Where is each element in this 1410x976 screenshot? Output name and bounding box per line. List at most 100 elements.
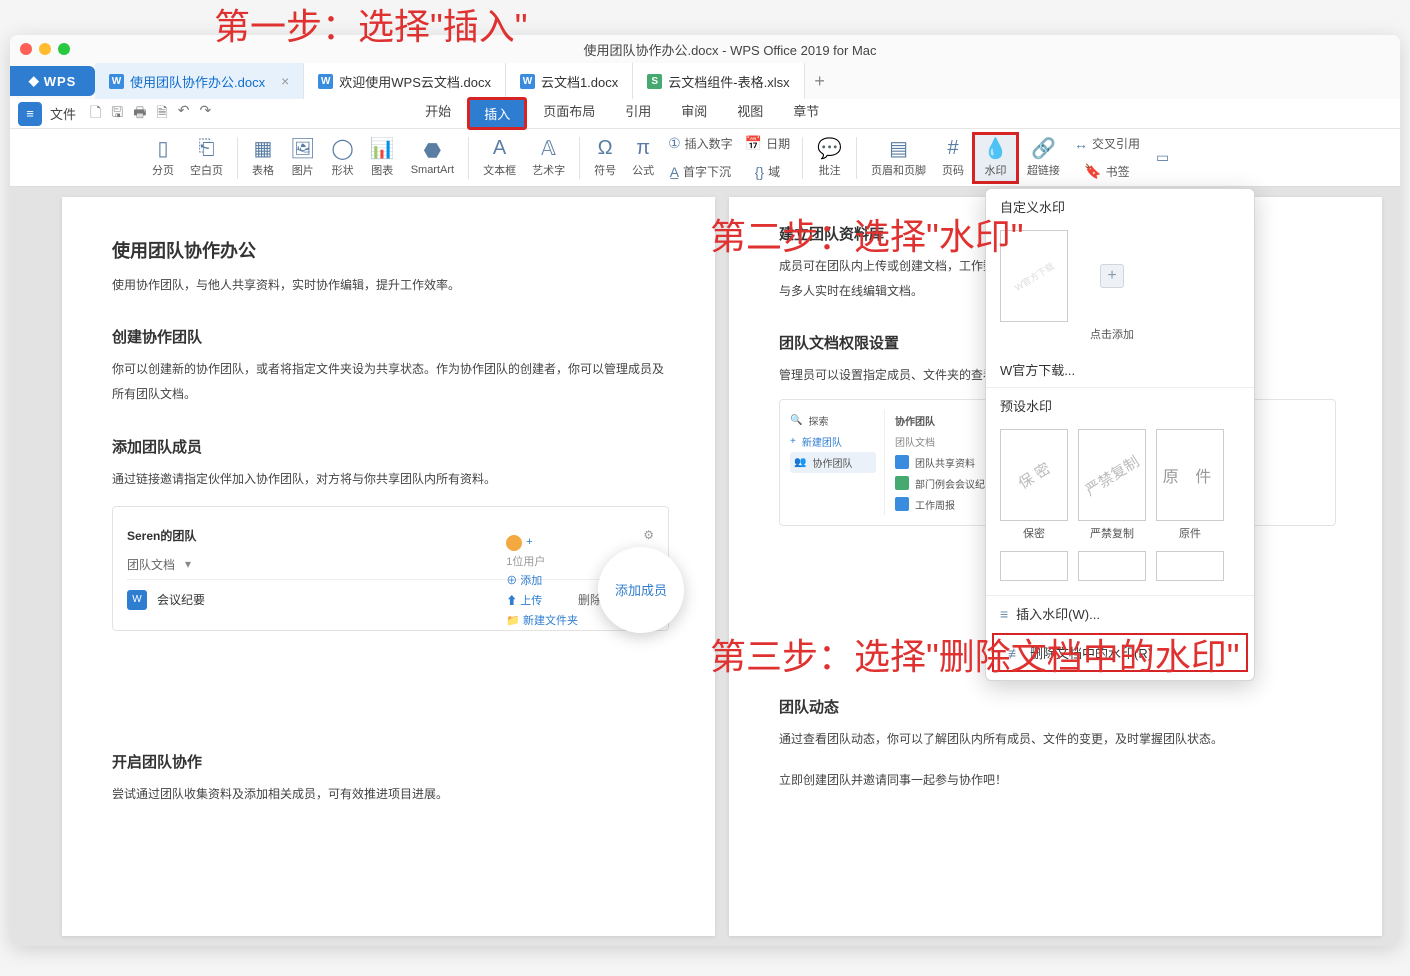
- list-item: 部门例会会议纪要: [915, 476, 995, 491]
- comment-button[interactable]: 💬批注: [809, 132, 850, 184]
- tab-doc-3[interactable]: S云文档组件-表格.xlsx: [633, 63, 804, 99]
- ribbon: ▯分页 ⎗空白页 ▦表格 🖼图片 ◯形状 📊图表 ⬣SmartArt A文本框 …: [10, 129, 1400, 187]
- textbox-button[interactable]: A文本框: [475, 132, 524, 184]
- picture-button[interactable]: 🖼图片: [282, 132, 323, 184]
- team-docs-label: 团队文档: [127, 556, 175, 573]
- watermark-button[interactable]: 💧水印: [972, 132, 1019, 184]
- dropcap-button[interactable]: A̲首字下沉: [662, 159, 739, 185]
- preset-confidential[interactable]: 保 密保密: [1000, 429, 1068, 541]
- paragraph: 使用协作团队，与他人共享资料，实时协作编辑，提升工作效率。: [112, 273, 669, 298]
- annotation-step1: 第一步：选择"插入": [214, 0, 528, 50]
- field-button[interactable]: {}域: [739, 159, 796, 185]
- ribbon-tab-insert[interactable]: 插入: [467, 97, 527, 130]
- ribbon-tab-start[interactable]: 开始: [411, 97, 465, 130]
- blank-page-button[interactable]: ⎗空白页: [182, 132, 231, 184]
- file-menu[interactable]: 文件: [50, 104, 76, 123]
- shapes-button[interactable]: ◯形状: [323, 132, 361, 184]
- preset-extra-1[interactable]: [1000, 551, 1068, 585]
- paragraph: 通过查看团队动态，你可以了解团队内所有成员、文件的变更，及时掌握团队状态。: [779, 727, 1336, 752]
- preset-extra-2[interactable]: [1078, 551, 1146, 585]
- col-header: 协作团队: [895, 413, 935, 428]
- redo-icon[interactable]: ↷: [199, 102, 211, 126]
- save-icon[interactable]: 🖫: [111, 102, 123, 126]
- preset-original[interactable]: 原 件原件: [1156, 429, 1224, 541]
- symbol-button[interactable]: Ω符号: [586, 132, 624, 184]
- maximize-window[interactable]: [58, 43, 70, 55]
- heading: 创建协作团队: [112, 326, 669, 347]
- gear-icon: ⚙: [643, 528, 654, 542]
- date-button[interactable]: 📅日期: [739, 131, 796, 157]
- annotation-step3: 第三步：选择"删除文档中的水印": [710, 632, 1240, 682]
- paragraph: 你可以创建新的协作团队，或者将指定文件夹设为共享状态。作为协作团队的创建者，你可…: [112, 357, 669, 407]
- ribbon-tab-section[interactable]: 章节: [779, 97, 833, 130]
- watermark-dropdown: 自定义水印 W官方下载 +点击添加 W官方下载... 预设水印 保 密保密 严禁…: [985, 188, 1255, 681]
- header-footer-button[interactable]: ▤页眉和页脚: [863, 132, 934, 184]
- paragraph: 尝试通过团队收集资料及添加相关成员，可有效推进项目进展。: [112, 782, 669, 807]
- bookmark-button[interactable]: 🔖书签: [1068, 159, 1146, 185]
- tab-doc-2[interactable]: W云文档1.docx: [506, 63, 633, 99]
- equation-button[interactable]: π公式: [624, 132, 662, 184]
- page-number-button[interactable]: #页码: [934, 132, 972, 184]
- list-item: 团队共享资料: [915, 455, 975, 470]
- annotation-step2: 第二步：选择"水印": [710, 208, 1024, 260]
- preview-icon[interactable]: 🗎: [156, 102, 167, 126]
- upload-link: ⬆ 上传: [506, 592, 578, 612]
- ribbon-tab-view[interactable]: 视图: [723, 97, 777, 130]
- folder-icon: [895, 455, 909, 469]
- avatar-icon: [506, 535, 522, 551]
- undo-icon[interactable]: ↶: [178, 102, 190, 126]
- team-icon: 👥: [794, 457, 806, 468]
- doc-icon: W: [318, 74, 333, 89]
- tab-doc-0[interactable]: W使用团队协作办公.docx×: [95, 63, 304, 99]
- extra-button-1[interactable]: ▭: [1150, 145, 1175, 171]
- preset-nocopy[interactable]: 严禁复制严禁复制: [1078, 429, 1146, 541]
- team-name: Seren的团队: [127, 527, 196, 544]
- wordart-button[interactable]: 𝔸艺术字: [524, 132, 573, 184]
- quick-access-toolbar: 🗋 🖫 🖶 🗎 ↶ ↷: [90, 102, 211, 126]
- insert-icon: ≡: [1000, 606, 1008, 622]
- heading: 开启团队协作: [112, 751, 669, 772]
- new-tab-button[interactable]: +: [805, 71, 835, 92]
- add-watermark-button[interactable]: +点击添加: [1078, 230, 1146, 342]
- new-icon[interactable]: 🗋: [90, 102, 101, 126]
- heading: 使用团队协作办公: [112, 237, 669, 263]
- ribbon-tab-layout[interactable]: 页面布局: [529, 97, 609, 130]
- doc-icon: [895, 497, 909, 511]
- minimize-window[interactable]: [39, 43, 51, 55]
- file-name: 会议纪要: [157, 591, 205, 608]
- doc-icon: W: [520, 74, 535, 89]
- heading: 添加团队成员: [112, 436, 669, 457]
- tab-doc-1[interactable]: W欢迎使用WPS云文档.docx: [304, 63, 506, 99]
- insert-number-button[interactable]: ①插入数字: [662, 131, 739, 157]
- add-member-popup: 添加成员: [598, 547, 684, 633]
- custom-watermark-label: 自定义水印: [986, 189, 1254, 224]
- table-button[interactable]: ▦表格: [244, 132, 282, 184]
- official-download-link[interactable]: W官方下载...: [986, 352, 1254, 387]
- page-break-button[interactable]: ▯分页: [144, 132, 182, 184]
- search-label: 探索: [808, 413, 828, 428]
- smartart-button[interactable]: ⬣SmartArt: [403, 132, 462, 184]
- document-tabs: ◆WPS W使用团队协作办公.docx× W欢迎使用WPS云文档.docx W云…: [10, 63, 1400, 99]
- new-folder-link: 📁 新建文件夹: [506, 612, 578, 632]
- col-sub: 团队文档: [895, 434, 935, 449]
- chart-button[interactable]: 📊图表: [362, 132, 403, 184]
- ribbon-tab-review[interactable]: 审阅: [667, 97, 721, 130]
- hyperlink-button[interactable]: 🔗超链接: [1019, 132, 1068, 184]
- team-panel-embed: Seren的团队⚙ 团队文档▾ W 会议纪要 删除 ⋯ + 1位用户 ⊕ 添加 …: [112, 506, 669, 631]
- window-controls: [20, 43, 70, 55]
- new-team-label: 新建团队: [802, 434, 842, 449]
- insert-watermark-action[interactable]: ≡插入水印(W)...: [986, 596, 1254, 631]
- menubar: ≡ 文件 🗋 🖫 🖶 🗎 ↶ ↷ 开始 插入 页面布局 引用 审阅 视图 章节: [10, 99, 1400, 129]
- hamburger-button[interactable]: ≡: [18, 102, 42, 126]
- list-item: 工作周报: [915, 497, 955, 512]
- print-icon[interactable]: 🖶: [133, 102, 146, 126]
- page-left: 使用团队协作办公 使用协作团队，与他人共享资料，实时协作编辑，提升工作效率。 创…: [62, 197, 715, 936]
- paragraph: 立即创建团队并邀请同事一起参与协作吧！: [779, 768, 1336, 793]
- preset-extra-3[interactable]: [1156, 551, 1224, 585]
- crossref-button[interactable]: ↔交叉引用: [1068, 131, 1146, 157]
- file-icon: W: [127, 590, 147, 610]
- wps-home-button[interactable]: ◆WPS: [10, 66, 95, 96]
- close-window[interactable]: [20, 43, 32, 55]
- ribbon-tab-reference[interactable]: 引用: [611, 97, 665, 130]
- close-icon[interactable]: ×: [281, 73, 289, 89]
